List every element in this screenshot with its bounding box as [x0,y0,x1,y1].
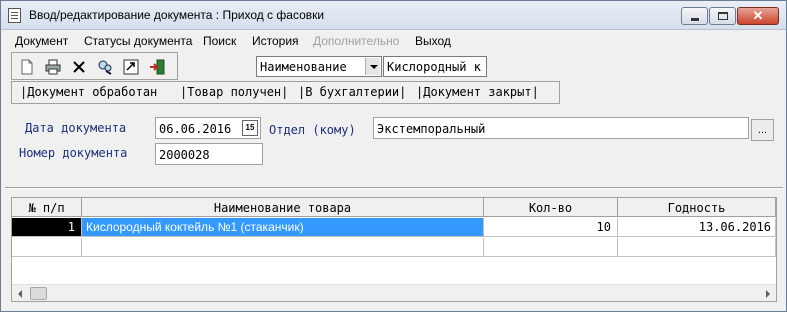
scrollbar-thumb[interactable] [30,287,47,300]
cell-expiry[interactable] [618,238,776,257]
cell-quantity[interactable] [484,238,618,257]
table-row[interactable]: 1 Кислородный коктейль №1 (стаканчик) 10… [12,218,776,238]
department-field[interactable]: Экстемпоральный [373,117,749,139]
menu-additional: Дополнительно [313,34,400,48]
cell-quantity[interactable]: 10 [484,218,618,237]
column-header-expiry[interactable]: Годность [618,198,776,217]
minimize-button[interactable] [681,7,708,25]
cell-number[interactable] [12,238,82,257]
menu-document-statuses[interactable]: Статусы документа [84,34,192,48]
minimize-icon [691,18,699,21]
exit-button[interactable] [146,56,168,77]
window-title: Ввод/редактирование документа : Приход с… [29,8,325,22]
export-button[interactable] [120,56,142,77]
table-row-empty[interactable] [12,238,776,258]
number-field[interactable]: 2000028 [155,143,263,165]
close-icon: ✕ [752,8,764,23]
status-goods-received-button[interactable]: |Товар получен| [180,85,288,99]
department-value: Экстемпоральный [377,122,486,136]
delete-button[interactable] [68,56,90,77]
cell-number[interactable]: 1 [12,218,82,237]
column-header-quantity[interactable]: Кол-во [484,198,618,217]
number-label: Номер документа [19,146,128,160]
menu-exit[interactable]: Выход [415,34,451,48]
menu-search[interactable]: Поиск [203,34,236,48]
document-window: Ввод/редактирование документа : Приход с… [0,0,787,312]
maximize-icon [718,12,728,20]
cell-expiry[interactable]: 13.06.2016 [618,218,776,237]
browse-department-button[interactable]: ... [751,119,774,141]
date-field[interactable]: 06.06.2016 15 [155,117,261,139]
delete-icon [73,61,85,73]
status-processed-button[interactable]: |Документ обработан [20,85,157,99]
chevron-down-icon[interactable] [365,58,380,75]
scroll-right-icon[interactable] [759,285,776,302]
column-header-name[interactable]: Наименование товара [82,198,484,217]
export-icon [123,59,139,75]
new-document-icon [21,59,33,75]
document-icon [8,8,21,23]
column-header-number[interactable]: № п/п [12,198,82,217]
cell-name[interactable] [82,238,484,257]
new-document-button[interactable] [16,56,38,77]
date-value: 06.06.2016 [159,122,232,136]
title-bar: Ввод/редактирование документа : Приход с… [1,1,786,30]
find-button[interactable] [94,56,116,77]
department-label: Отдел (кому) [269,123,356,137]
menu-history[interactable]: История [252,34,299,48]
menu-bar: Документ Статусы документа Поиск История… [1,31,786,50]
status-buttons-bar: |Документ обработан |Товар получен| |В б… [11,81,560,104]
table-header: № п/п Наименование товара Кол-во Годност… [12,198,776,218]
search-input[interactable]: Кислородный к [383,56,487,77]
toolbar [11,52,178,80]
date-label: Дата документа [25,121,127,135]
exit-door-icon [150,59,165,75]
search-field-select[interactable]: Наименование [256,56,382,77]
maximize-button[interactable] [709,7,736,25]
print-button[interactable] [42,56,64,77]
scroll-left-icon[interactable] [12,285,29,302]
cell-name[interactable]: Кислородный коктейль №1 (стаканчик) [82,218,484,237]
status-in-accounting-button[interactable]: |В бухгалтерии| [298,85,406,99]
find-icon [98,60,112,75]
horizontal-scrollbar[interactable] [12,284,776,301]
goods-table: № п/п Наименование товара Кол-во Годност… [11,197,777,302]
divider [5,187,783,189]
close-button[interactable]: ✕ [737,7,779,25]
number-value: 2000028 [159,148,210,162]
print-icon [45,59,61,75]
status-closed-button[interactable]: |Документ закрыт| [416,85,539,99]
search-input-value: Кислородный к [387,60,481,74]
menu-document[interactable]: Документ [15,34,68,48]
search-field-select-value: Наименование [260,60,347,74]
calendar-icon[interactable]: 15 [242,120,258,136]
